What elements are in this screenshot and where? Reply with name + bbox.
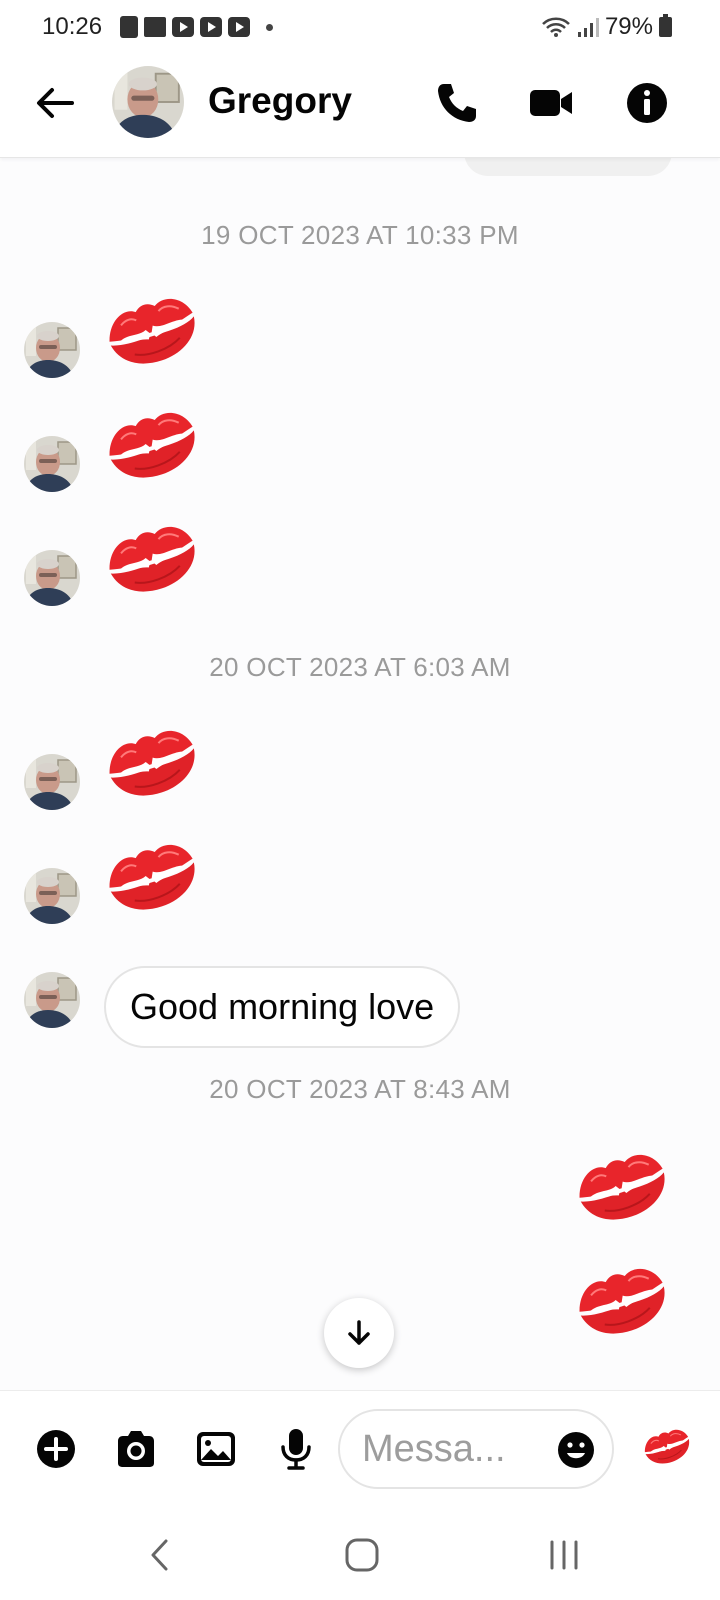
kiss-mark-emoji-message[interactable] xyxy=(104,720,200,804)
system-navigation-bar xyxy=(0,1510,720,1600)
youtube-icon xyxy=(228,17,250,37)
message-input-container[interactable] xyxy=(338,1409,614,1489)
kiss-mark-emoji-message-sent[interactable] xyxy=(574,1258,670,1342)
recents-icon[interactable] xyxy=(540,1532,588,1578)
contact-name[interactable]: Gregory xyxy=(208,80,352,122)
more-notifications-dot-icon xyxy=(266,23,273,31)
sender-avatar[interactable] xyxy=(24,754,80,810)
timestamp-divider: 20 OCT 2023 AT 6:03 AM xyxy=(209,652,511,682)
smiley-icon[interactable] xyxy=(556,1430,596,1470)
battery-percent: 79% xyxy=(604,13,653,40)
sender-avatar[interactable] xyxy=(24,868,80,924)
kiss-mark-emoji-message[interactable] xyxy=(104,402,200,486)
status-time: 10:26 xyxy=(42,13,103,40)
sender-avatar[interactable] xyxy=(24,972,80,1028)
sender-avatar[interactable] xyxy=(24,436,80,492)
gallery-icon[interactable] xyxy=(194,1427,238,1471)
chat-header: Gregory xyxy=(0,52,720,158)
plus-icon[interactable] xyxy=(34,1427,78,1471)
phone-icon[interactable] xyxy=(434,80,480,126)
camera-icon[interactable] xyxy=(114,1427,158,1471)
message-input[interactable] xyxy=(362,1425,542,1473)
video-camera-icon[interactable] xyxy=(528,80,574,126)
info-icon[interactable] xyxy=(624,80,670,126)
kiss-mark-quick-reaction-button[interactable] xyxy=(642,1421,692,1471)
kiss-mark-emoji-message[interactable] xyxy=(104,834,200,918)
kiss-mark-emoji-message[interactable] xyxy=(104,516,200,600)
signal-icon xyxy=(577,18,599,37)
message-composer xyxy=(0,1390,720,1510)
battery-icon xyxy=(659,14,672,37)
folder-icon xyxy=(144,17,166,37)
scroll-to-bottom-button[interactable] xyxy=(324,1298,394,1368)
status-bar: 10:26 79% xyxy=(0,0,720,52)
kiss-mark-emoji-message-sent[interactable] xyxy=(574,1144,670,1228)
sender-avatar[interactable] xyxy=(24,322,80,378)
contact-avatar[interactable] xyxy=(112,66,184,138)
home-icon[interactable] xyxy=(338,1532,386,1578)
status-right: 79% xyxy=(541,13,672,41)
previous-message-bubble xyxy=(464,158,672,176)
microphone-icon[interactable] xyxy=(274,1427,318,1471)
sender-avatar[interactable] xyxy=(24,550,80,606)
timestamp-divider: 20 OCT 2023 AT 8:43 AM xyxy=(209,1074,511,1104)
shopping-bag-icon xyxy=(120,16,138,38)
message-list[interactable]: 19 OCT 2023 AT 10:33 PM 20 OCT 2023 AT 6… xyxy=(0,158,720,1390)
youtube-icon xyxy=(200,17,222,37)
arrow-down-icon xyxy=(348,1320,370,1345)
back-icon[interactable] xyxy=(136,1532,184,1578)
youtube-icon xyxy=(172,17,194,37)
wifi-icon xyxy=(542,17,570,37)
notification-icons xyxy=(120,16,273,38)
text-message-bubble[interactable]: Good morning love xyxy=(104,966,461,1048)
timestamp-divider: 19 OCT 2023 AT 10:33 PM xyxy=(201,220,519,250)
kiss-mark-emoji-message[interactable] xyxy=(104,288,200,372)
arrow-left-icon[interactable] xyxy=(34,82,76,124)
